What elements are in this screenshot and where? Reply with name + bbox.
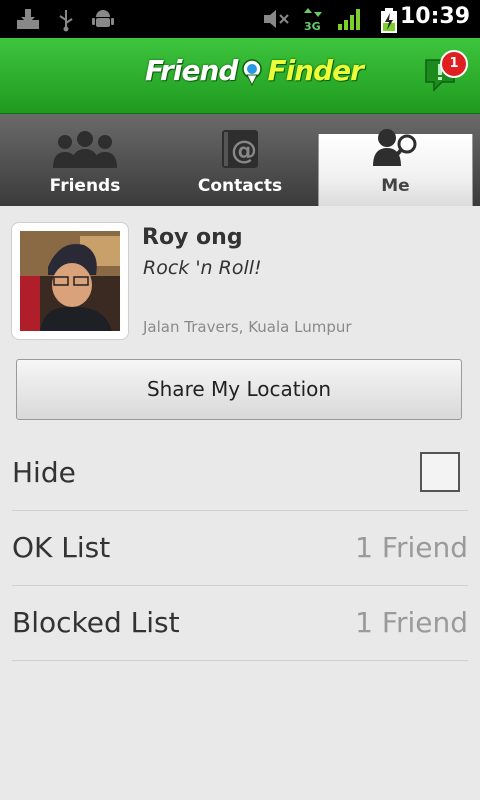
blocked-list-label: Blocked List <box>12 606 180 639</box>
app-logo: Friend Finder <box>145 54 364 98</box>
me-search-icon <box>372 129 416 166</box>
notification-badge: 1 <box>440 50 468 78</box>
divider <box>12 660 468 661</box>
tab-me[interactable]: Me <box>318 129 473 206</box>
hide-row[interactable]: Hide <box>0 436 480 511</box>
tab-contacts[interactable]: @ Contacts <box>160 114 320 206</box>
android-icon <box>92 10 114 27</box>
clock: 10:39 <box>399 4 470 29</box>
profile-photo <box>20 231 120 331</box>
contacts-icon: @ <box>222 130 258 168</box>
profile-location: Jalan Travers, Kuala Lumpur <box>143 318 352 336</box>
ok-list-label: OK List <box>12 531 111 564</box>
tab-label: Me <box>381 176 410 196</box>
tab-bar: Friends @ Contacts Me <box>0 114 480 206</box>
logo-word-finder: Finder <box>267 54 363 87</box>
mute-icon <box>264 10 289 28</box>
ok-list-count: 1 Friend <box>355 531 468 564</box>
ok-list-row[interactable]: OK List 1 Friend <box>0 511 480 586</box>
share-location-button[interactable]: Share My Location <box>16 359 462 420</box>
network-3g-icon: 3G <box>304 8 322 32</box>
battery-charging-icon <box>381 8 397 33</box>
tab-label: Friends <box>49 176 121 196</box>
hide-label: Hide <box>12 456 76 489</box>
blocked-list-count: 1 Friend <box>355 606 468 639</box>
profile-status: Rock 'n Roll! <box>143 257 262 279</box>
hide-checkbox[interactable] <box>420 452 460 492</box>
usb-icon <box>59 10 73 32</box>
profile-name: Roy ong <box>142 225 243 250</box>
svg-text:@: @ <box>231 136 257 166</box>
blocked-list-row[interactable]: Blocked List 1 Friend <box>0 586 480 661</box>
app-header: Friend Finder 1 <box>0 38 480 114</box>
tab-friends[interactable]: Friends <box>5 114 165 206</box>
signal-icon <box>338 9 360 30</box>
download-icon <box>17 9 39 29</box>
svg-text:3G: 3G <box>304 20 321 32</box>
status-bar: 3G 10:39 <box>0 0 480 38</box>
avatar[interactable] <box>11 222 129 340</box>
notifications-button[interactable]: 1 <box>424 50 468 92</box>
friends-icon <box>53 131 117 168</box>
tab-label: Contacts <box>197 176 283 196</box>
location-pin-icon <box>242 59 263 87</box>
logo-word-friend: Friend <box>145 54 238 87</box>
